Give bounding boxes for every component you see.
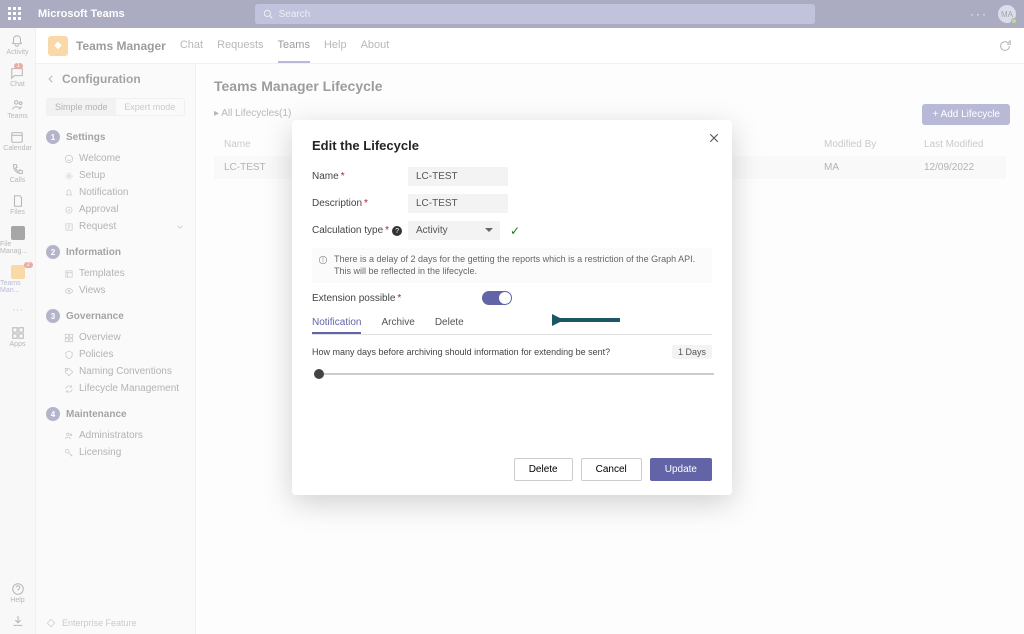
info-callout: There is a delay of 2 days for the getti… (312, 248, 712, 283)
days-slider[interactable] (314, 373, 714, 375)
slider-question: How many days before archiving should in… (312, 347, 672, 357)
tab-archive[interactable]: Archive (381, 313, 414, 334)
extension-toggle[interactable] (482, 291, 512, 305)
name-field[interactable] (408, 167, 508, 186)
dialog-tabs: Notification Archive Delete (312, 313, 712, 335)
update-button[interactable]: Update (650, 458, 712, 481)
check-icon: ✓ (510, 224, 520, 238)
description-field[interactable] (408, 194, 508, 213)
tab-delete[interactable]: Delete (435, 313, 464, 334)
close-icon[interactable] (708, 132, 720, 144)
callout-arrow-icon (552, 311, 622, 329)
delete-button[interactable]: Delete (514, 458, 573, 481)
dialog-title: Edit the Lifecycle (312, 138, 712, 153)
info-icon (318, 255, 328, 265)
modal-overlay: Edit the Lifecycle Name* Description* Ca… (0, 0, 1024, 634)
slider-value: 1 Days (672, 345, 712, 359)
edit-lifecycle-dialog: Edit the Lifecycle Name* Description* Ca… (292, 120, 732, 495)
calculation-type-select[interactable] (408, 221, 500, 240)
help-icon[interactable]: ? (392, 226, 402, 236)
tab-notification[interactable]: Notification (312, 313, 361, 334)
cancel-button[interactable]: Cancel (581, 458, 642, 481)
